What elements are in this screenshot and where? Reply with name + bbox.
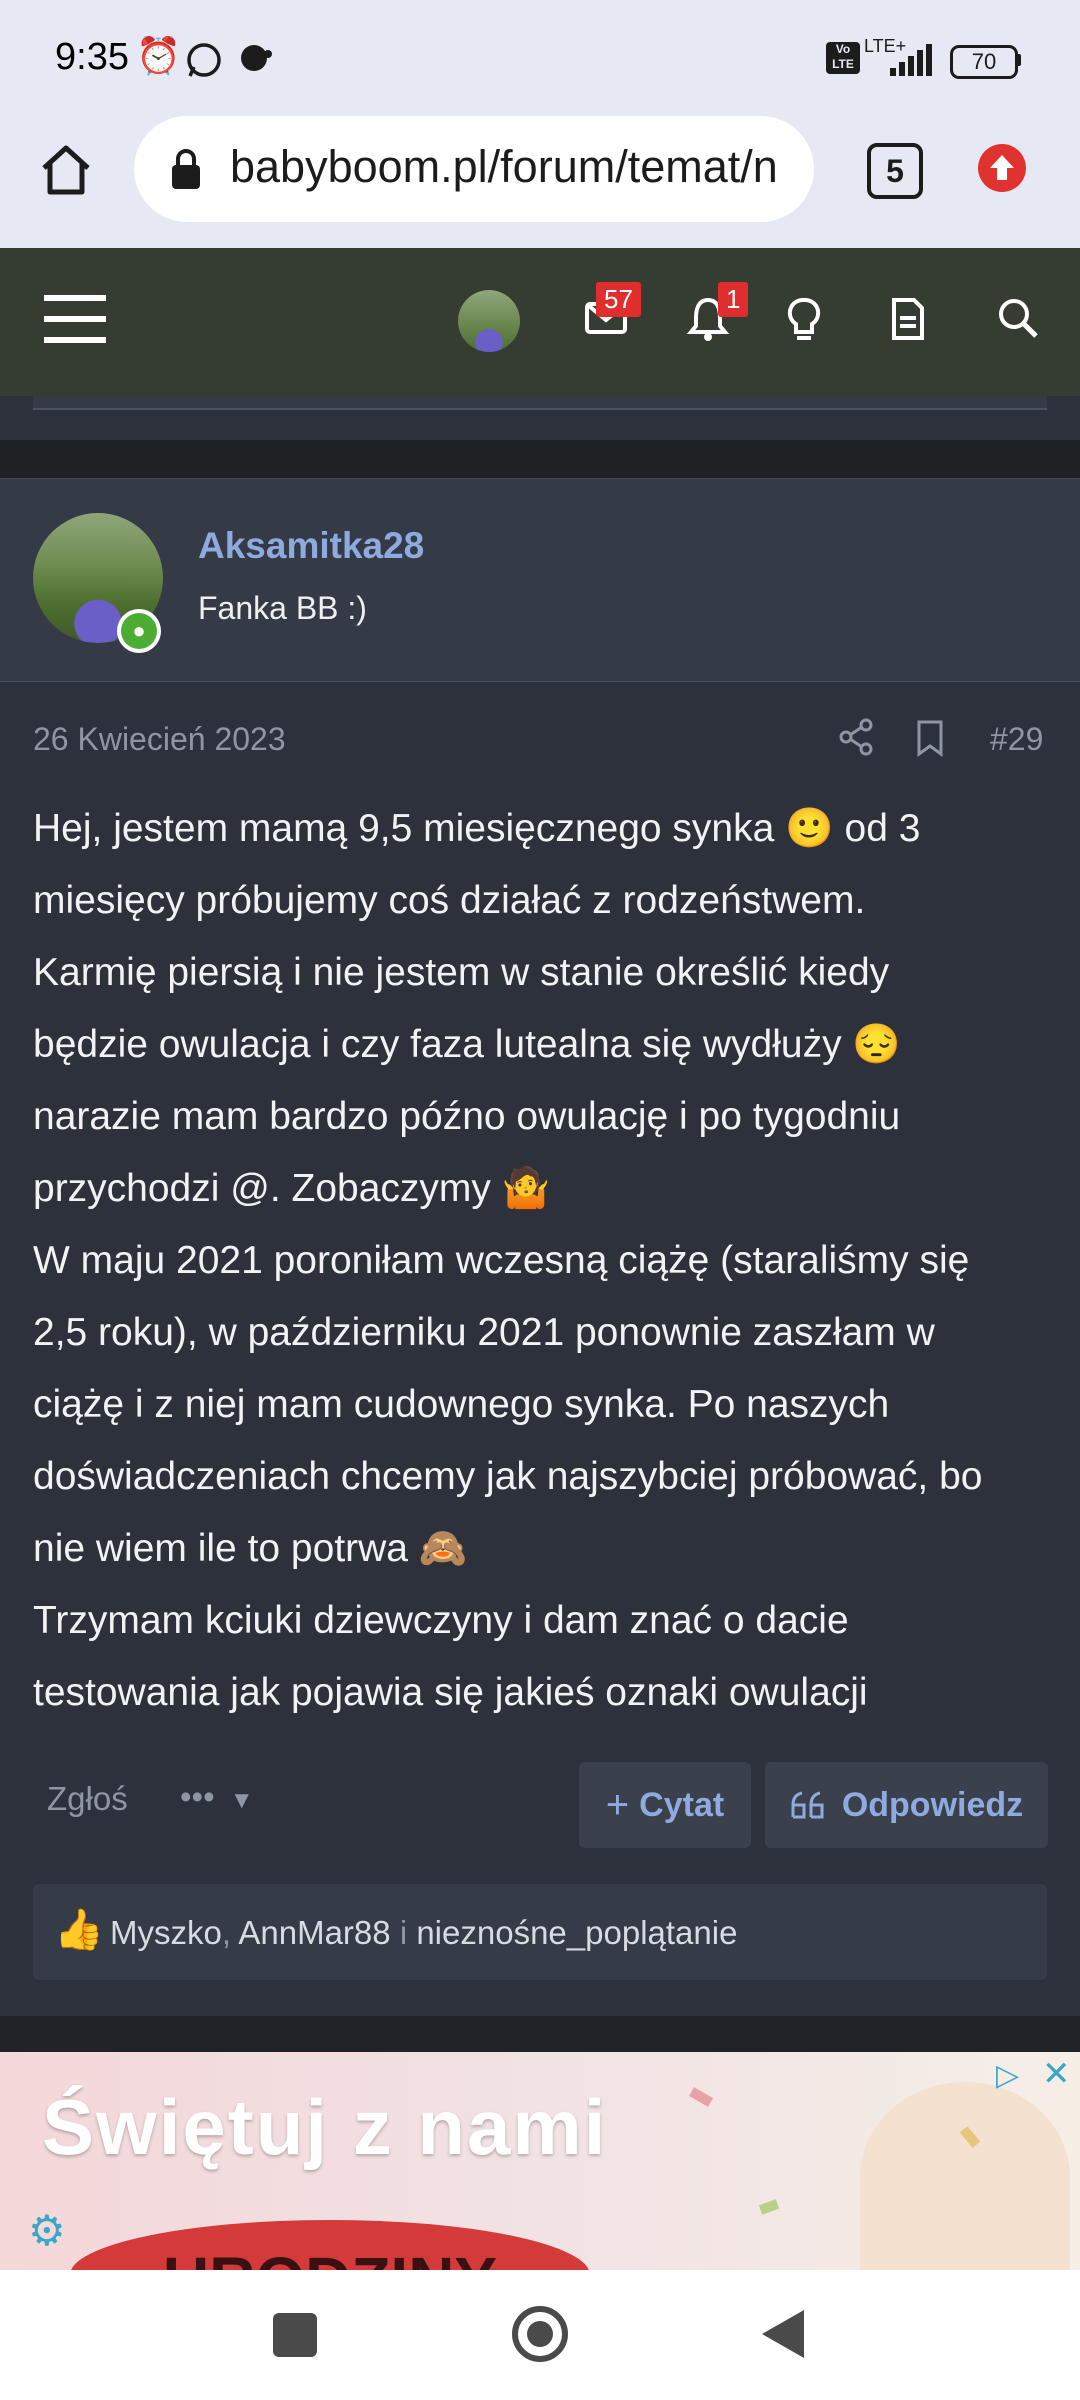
whatsapp-icon xyxy=(184,40,224,85)
user-avatar-small[interactable] xyxy=(458,290,520,352)
tab-switcher-button[interactable]: 5 xyxy=(867,143,923,199)
ad-clip: URODZINY xyxy=(0,2052,1080,2270)
volte-icon: Vo LTE xyxy=(826,42,860,74)
reply-button[interactable]: Odpowiedz xyxy=(765,1762,1048,1848)
reaction-user[interactable]: AnnMar88 xyxy=(238,1914,390,1951)
reaction-user[interactable]: Myszko xyxy=(110,1914,222,1951)
post-number[interactable]: #29 xyxy=(990,721,1043,758)
ad-separator xyxy=(0,2016,1080,2052)
messages-badge: 57 xyxy=(596,282,641,317)
quote-marks-icon xyxy=(790,1790,828,1820)
battery-tip xyxy=(1016,54,1021,66)
report-link[interactable]: Zgłoś xyxy=(47,1780,128,1818)
battery-level: 70 xyxy=(971,49,997,74)
post-line: testowania jak pojawia się jakieś oznaki… xyxy=(33,1671,868,1714)
reaction-separator: , xyxy=(221,1914,232,1951)
previous-post-edge xyxy=(33,396,1047,410)
url-text[interactable]: babyboom.pl/forum/temat/n xyxy=(230,141,800,193)
reply-label: Odpowiedz xyxy=(841,1785,1024,1824)
post-line: 2,5 roku), w październiku 2021 ponownie … xyxy=(33,1311,935,1354)
reaction-separator: i xyxy=(399,1914,408,1951)
post-line: Trzymam kciuki dziewczyny i dam znać o d… xyxy=(33,1599,849,1642)
alarm-icon: ⏰ xyxy=(136,35,181,76)
lightbulb-icon[interactable] xyxy=(786,296,822,349)
reactions-list: Myszko, AnnMar88 i nieznośne_poplątanie xyxy=(110,1914,737,1952)
post-line: Hej, jestem mamą 9,5 miesięcznego synka … xyxy=(33,807,921,850)
post-line: będzie owulacja i czy faza lutealna się … xyxy=(33,1023,901,1066)
upload-arrow-icon[interactable] xyxy=(978,144,1026,192)
post-line: nie wiem ile to potrwa 🙈 xyxy=(33,1527,468,1570)
online-user-icon: ● xyxy=(121,613,157,649)
post-line: narazie mam bardzo późno owulację i po t… xyxy=(33,1095,901,1138)
search-icon[interactable] xyxy=(996,296,1040,345)
author-title: Fanka BB :) xyxy=(198,590,367,626)
post-line: ciążę i z niej mam cudownego synka. Po n… xyxy=(33,1383,890,1426)
reaction-user[interactable]: nieznośne_poplątanie xyxy=(416,1914,737,1951)
document-icon[interactable] xyxy=(890,296,926,347)
bookmark-icon[interactable] xyxy=(915,719,945,762)
alerts-badge: 1 xyxy=(718,282,749,317)
chevron-down-icon: ▼ xyxy=(229,1787,254,1814)
home-icon[interactable] xyxy=(36,140,96,205)
recents-icon[interactable] xyxy=(273,2313,317,2357)
ad-subtitle[interactable]: URODZINY xyxy=(70,2220,590,2270)
more-options-button[interactable]: ••• ▼ xyxy=(180,1778,254,1816)
post-line: przychodzi @. Zobaczymy 🤷 xyxy=(33,1167,551,1210)
quote-label: Cytat xyxy=(639,1785,725,1824)
more-dots: ••• xyxy=(180,1778,215,1815)
home-button-icon[interactable] xyxy=(512,2306,568,2362)
chat-bubble-icon xyxy=(238,42,274,81)
post-line: doświadczeniach chcemy jak najszybciej p… xyxy=(33,1455,983,1498)
quote-button[interactable]: + Cytat xyxy=(579,1762,751,1848)
back-icon[interactable] xyxy=(760,2308,806,2365)
post-author[interactable]: Aksamitka28 xyxy=(198,525,424,567)
post-separator xyxy=(0,440,1080,478)
status-time: 9:35 xyxy=(55,36,129,78)
ad-choices-icon[interactable]: ▷ xyxy=(996,2058,1019,2093)
post-body: Hej, jestem mamą 9,5 miesięcznego synka … xyxy=(33,793,1053,1729)
post-line: Karmię piersią i nie jestem w stanie okr… xyxy=(33,951,890,994)
plus-icon: + xyxy=(605,1782,630,1827)
signal-icon xyxy=(888,44,932,81)
lock-icon xyxy=(168,147,204,196)
post-line: W maju 2021 poroniłam wczesną ciążę (sta… xyxy=(33,1239,970,1282)
gear-icon[interactable]: ⚙ xyxy=(28,2206,66,2255)
post-line: miesięcy próbujemy coś działać z rodzeńs… xyxy=(33,879,866,922)
hamburger-menu-icon[interactable] xyxy=(44,293,106,350)
close-icon[interactable]: ✕ xyxy=(1042,2054,1071,2094)
post-date[interactable]: 26 Kwiecień 2023 xyxy=(33,721,286,758)
thumbs-up-icon: 👍 xyxy=(54,1908,104,1952)
battery-icon: 70 xyxy=(950,45,1018,79)
share-icon[interactable] xyxy=(838,717,874,762)
